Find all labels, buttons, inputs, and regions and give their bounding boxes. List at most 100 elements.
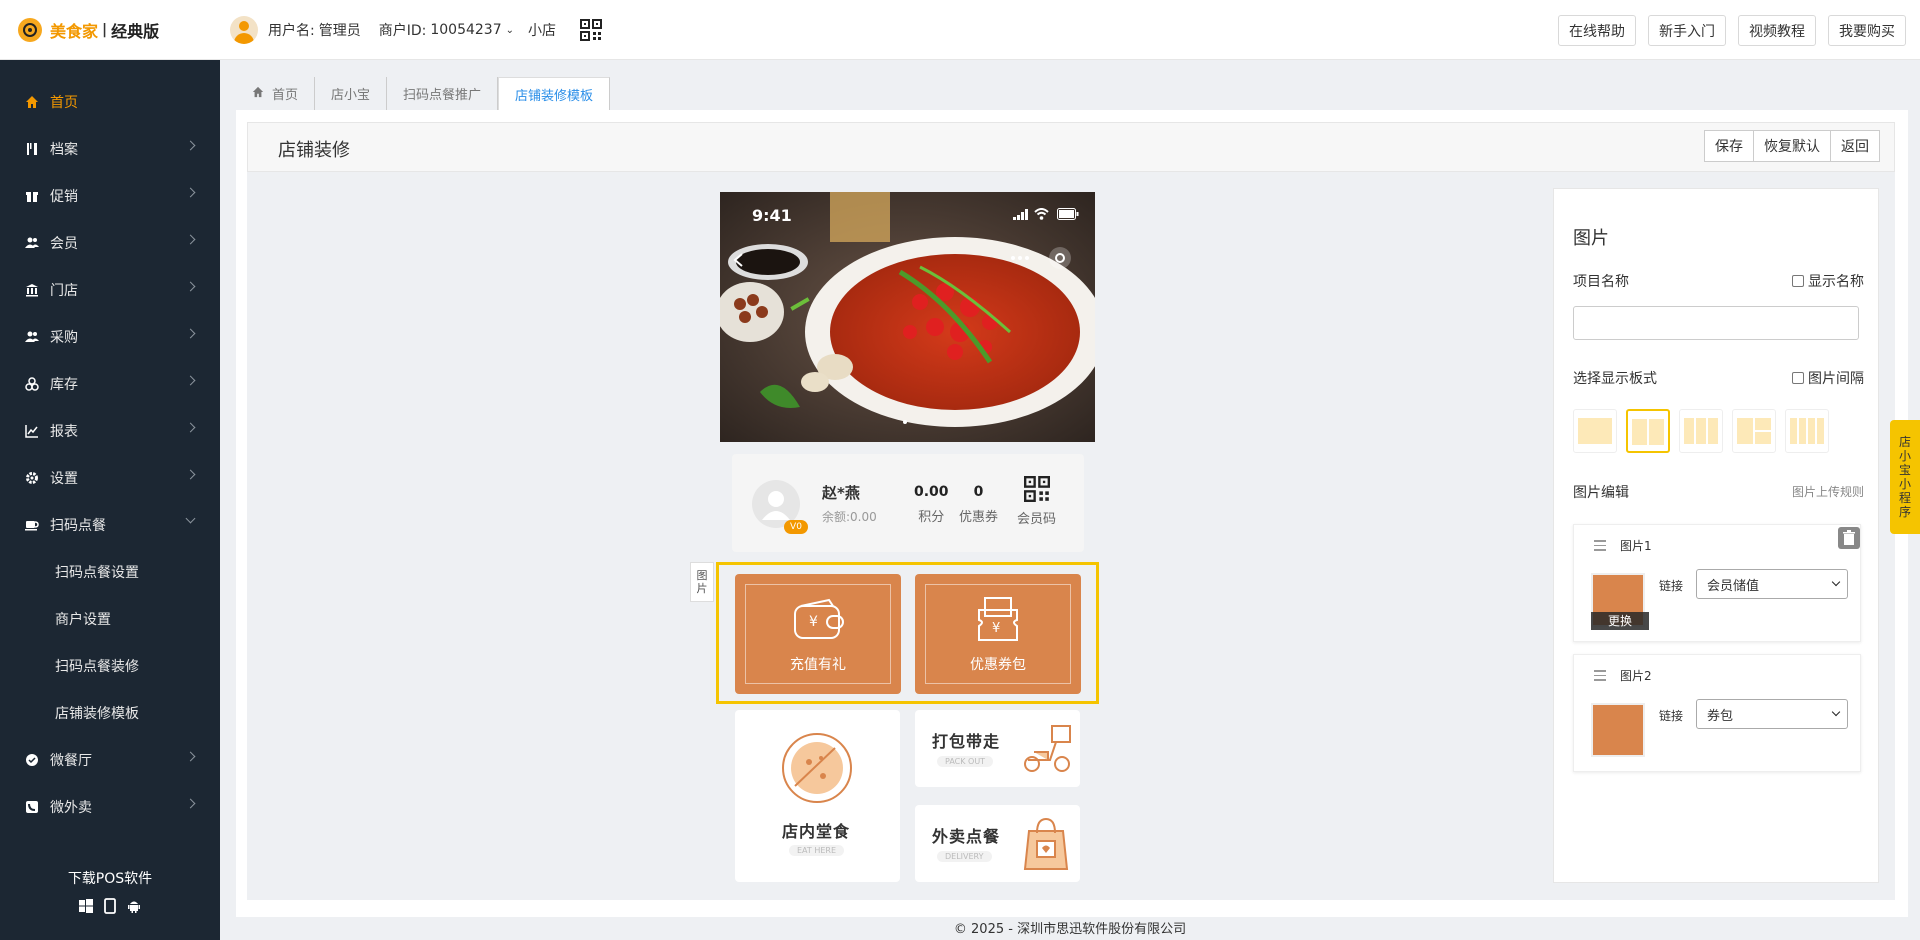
sidebar-subitem-store-template[interactable]: 店铺装修模板: [0, 693, 220, 733]
os-icons: [78, 898, 142, 914]
show-name-checkbox[interactable]: 显示名称: [1792, 271, 1864, 291]
mini-program-float-tab[interactable]: 店 小 宝 小 程 序: [1890, 420, 1920, 534]
sidebar-item-home[interactable]: 首页: [0, 82, 220, 122]
image-item-name: 图片1: [1620, 539, 1652, 553]
float-tab-char: 小: [1898, 477, 1911, 491]
sidebar-item-scan-order[interactable]: 扫码点餐: [0, 505, 220, 545]
points-stat[interactable]: 0.00 积分: [914, 484, 949, 525]
status-time: 9:41: [752, 206, 792, 225]
drag-handle-icon[interactable]: [1594, 670, 1606, 684]
image-gap-checkbox[interactable]: 图片间隔: [1792, 368, 1864, 388]
download-pos-link[interactable]: 下载POS软件: [0, 868, 220, 888]
sidebar-subitem-scan-decoration[interactable]: 扫码点餐装修: [0, 646, 220, 686]
tab-scan-promotion[interactable]: 扫码点餐推广: [387, 77, 499, 110]
sidebar-item-reports[interactable]: 报表: [0, 411, 220, 451]
sidebar-item-purchasing[interactable]: 采购: [0, 317, 220, 357]
sidebar-item-label: 扫码点餐: [50, 518, 106, 534]
pack-out-subtitle: PACK OUT: [937, 756, 994, 767]
link-select[interactable]: 券包: [1696, 699, 1848, 729]
battery-icon: [1057, 208, 1079, 220]
buy-button[interactable]: 我要购买: [1828, 15, 1906, 46]
sidebar-item-settings[interactable]: 设置: [0, 458, 220, 498]
sidebar-item-stores[interactable]: 门店: [0, 270, 220, 310]
dine-in-card[interactable]: 店内堂食 EAT HERE: [735, 710, 900, 882]
getting-started-button[interactable]: 新手入门: [1648, 15, 1726, 46]
user-name: 管理员: [318, 23, 361, 39]
restore-default-button[interactable]: 恢复默认: [1753, 130, 1831, 162]
sidebar-item-promotion[interactable]: 促销: [0, 176, 220, 216]
layout-option-2[interactable]: [1626, 409, 1670, 453]
image-gap-label: 图片间隔: [1808, 371, 1864, 387]
app-logo[interactable]: 美食家 | 经典版: [18, 15, 159, 45]
avatar[interactable]: [230, 16, 258, 44]
tag-char: 图: [696, 569, 708, 582]
link-select[interactable]: 会员储值: [1696, 569, 1848, 599]
member-code[interactable]: 会员码: [1017, 476, 1056, 527]
chevron-right-icon: [185, 751, 196, 762]
image-module-tag[interactable]: 图 片: [690, 562, 714, 602]
tab-dianxiaobao[interactable]: 店小宝: [315, 77, 388, 110]
chevron-right-icon: [185, 328, 196, 339]
sidebar-subitem-merchant-settings[interactable]: 商户设置: [0, 599, 220, 639]
sidebar-subitem-scan-settings[interactable]: 扫码点餐设置: [0, 552, 220, 592]
gift-icon: [24, 188, 40, 204]
drag-handle-icon[interactable]: [1594, 540, 1606, 554]
coupons-stat[interactable]: 0 优惠券: [959, 484, 998, 525]
tablet-icon[interactable]: [102, 898, 118, 914]
replace-image-button[interactable]: 更换: [1591, 612, 1649, 630]
sidebar-item-label: 微外卖: [50, 800, 92, 816]
trash-icon[interactable]: [1838, 527, 1860, 549]
android-icon[interactable]: [126, 898, 142, 914]
layout-option-3[interactable]: [1679, 409, 1723, 453]
delivery-card[interactable]: 外卖点餐 DELIVERY: [915, 805, 1080, 882]
points-label: 积分: [918, 510, 945, 525]
line-chart-icon: [24, 423, 40, 439]
sidebar-item-label: 首页: [50, 95, 78, 111]
layout-option-1[interactable]: [1573, 409, 1617, 453]
brand-name: 美食家: [50, 22, 99, 41]
footer-copyright: © 2025 - 深圳市思迅软件股份有限公司: [953, 922, 1187, 937]
item-name-input[interactable]: [1573, 306, 1859, 340]
qr-code-icon[interactable]: [580, 19, 603, 41]
upload-rules-link[interactable]: 图片上传规则: [1792, 483, 1864, 500]
sidebar-item-inventory[interactable]: 库存: [0, 364, 220, 404]
layout-option-5[interactable]: [1785, 409, 1829, 453]
top-header: 美食家 | 经典版 用户名: 管理员 商户ID: 10054237 ⌄ 小店 在…: [0, 0, 1920, 60]
sidebar-item-micro-delivery[interactable]: 微外卖: [0, 787, 220, 827]
points-value: 0.00: [914, 484, 949, 500]
brand-separator: |: [102, 22, 108, 38]
wifi-icon: [1034, 208, 1049, 220]
image-item-1: 图片1 更换 链接 会员储值: [1573, 524, 1861, 642]
sidebar-item-members[interactable]: 会员: [0, 223, 220, 263]
chef-logo-icon: [18, 18, 42, 42]
sidebar: 首页 档案 促销 会员 门店 采购 库存 报表 设置 扫码点餐 扫码点餐设置 商…: [0, 60, 220, 940]
float-tab-char: 程: [1898, 491, 1911, 505]
merchant-id[interactable]: 10054237: [430, 22, 501, 38]
checkbox[interactable]: [1792, 372, 1804, 384]
windows-icon[interactable]: [78, 898, 94, 914]
store-name[interactable]: 小店: [528, 20, 556, 40]
online-help-button[interactable]: 在线帮助: [1558, 15, 1636, 46]
tab-store-template[interactable]: 店铺装修模板: [498, 77, 611, 111]
qr-code-icon: [1023, 476, 1050, 503]
chevron-right-icon: [185, 281, 196, 292]
utensils-icon: [24, 141, 40, 157]
home-icon: [252, 86, 264, 102]
tab-home[interactable]: 首页: [236, 77, 316, 110]
sidebar-item-archive[interactable]: 档案: [0, 129, 220, 169]
coupons-label: 优惠券: [959, 510, 999, 525]
back-button[interactable]: 返回: [1830, 130, 1880, 162]
save-button[interactable]: 保存: [1704, 130, 1754, 162]
video-tutorial-button[interactable]: 视频教程: [1738, 15, 1816, 46]
chevron-down-icon[interactable]: ⌄: [506, 25, 514, 36]
image-thumbnail[interactable]: [1591, 703, 1645, 757]
layout-option-4[interactable]: [1732, 409, 1776, 453]
float-tab-char: 序: [1898, 505, 1911, 519]
sidebar-item-label: 促销: [50, 189, 78, 205]
pack-out-card[interactable]: 打包带走 PACK OUT: [915, 710, 1080, 787]
checkbox[interactable]: [1792, 275, 1804, 287]
member-card[interactable]: V0 赵*燕 余额:0.00 0.00 积分 0 优惠券 会员码: [732, 454, 1084, 552]
sidebar-item-micro-restaurant[interactable]: 微餐厅: [0, 740, 220, 780]
chevron-right-icon: [185, 469, 196, 480]
bank-icon: [24, 282, 40, 298]
